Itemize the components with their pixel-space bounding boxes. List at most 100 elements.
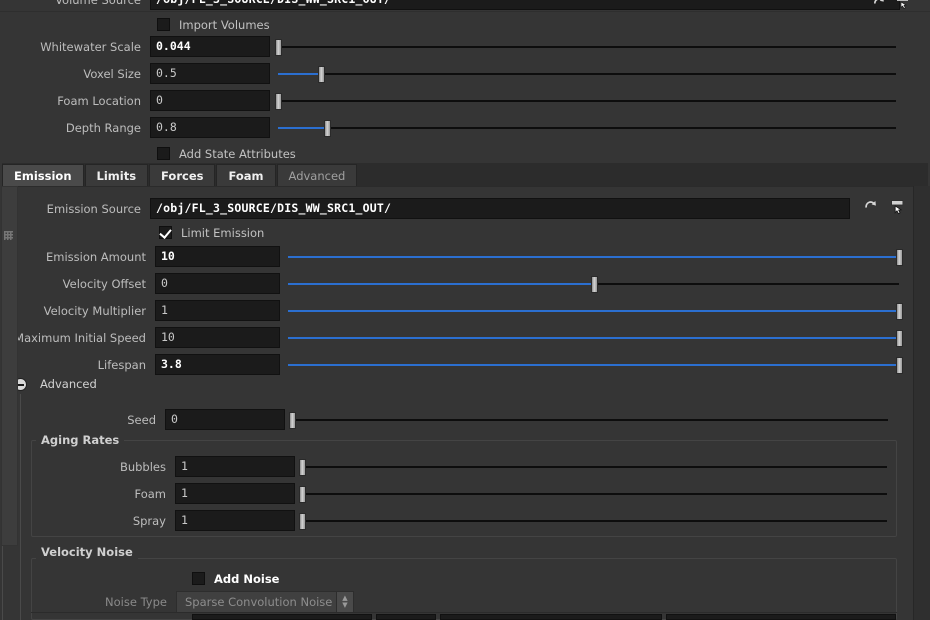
param-row-spray: Spray 1 — [0, 507, 890, 534]
slider-handle[interactable] — [896, 357, 903, 374]
slider-handle[interactable] — [896, 303, 903, 320]
param-row-depth-range: Depth Range 0.8 — [0, 114, 913, 141]
limit-emission-label: Limit Emission — [181, 225, 265, 240]
scrollbar-thumb[interactable] — [1, 186, 18, 546]
param-value-field[interactable]: 10 — [155, 246, 280, 267]
emission-source-field[interactable]: /obj/FL_3_SOURCE/DIS_WW_SRC1_OUT/ — [150, 198, 850, 219]
add-state-attributes-label: Add State Attributes — [179, 146, 296, 161]
slider-handle[interactable] — [590, 276, 598, 293]
add-state-attributes-checkbox[interactable] — [157, 147, 170, 160]
param-label: Emission Amount — [45, 249, 146, 264]
param-label: Spray — [132, 513, 166, 528]
param-value-field[interactable]: 1 — [155, 300, 280, 321]
bottom-cut-field[interactable] — [376, 614, 436, 620]
param-slider[interactable] — [288, 246, 903, 267]
slider-fill — [288, 256, 899, 258]
noise-type-row: Noise Type Sparse Convolution Noise ▲ ▼ — [0, 588, 390, 615]
param-label: Whitewater Scale — [40, 39, 141, 54]
scrollbar-grip-icon[interactable] — [4, 231, 13, 240]
slider-track — [278, 127, 896, 129]
emission-source-reload-icon[interactable] — [860, 195, 882, 217]
slider-handle[interactable] — [299, 459, 306, 476]
param-label: Depth Range — [65, 120, 141, 135]
aging-rates-title: Aging Rates — [36, 433, 125, 447]
volume-source-field[interactable]: /obj/FL_3_SOURCE/DIS_WW_SRC1_OUT/ — [150, 0, 900, 10]
slider-handle[interactable] — [275, 39, 282, 56]
limit-emission-row[interactable]: Limit Emission — [159, 220, 264, 245]
aging-rates-group: Bubbles 1 Foam 1 Spray 1 — [0, 453, 890, 534]
param-value-field[interactable]: 10 — [155, 327, 280, 348]
tab-advanced[interactable]: Advanced — [276, 164, 358, 187]
slider-track — [278, 73, 896, 75]
panel-scrollbar[interactable] — [913, 186, 930, 620]
param-value-field[interactable]: 0.044 — [150, 36, 270, 57]
param-value-field[interactable]: 1 — [175, 483, 295, 504]
bottom-cut-field[interactable] — [440, 614, 662, 620]
param-slider[interactable] — [275, 36, 896, 57]
param-value-field[interactable]: 0 — [150, 90, 270, 111]
noise-type-value: Sparse Convolution Noise — [185, 594, 333, 609]
slider-handle[interactable] — [299, 513, 306, 530]
add-noise-checkbox[interactable] — [192, 572, 205, 585]
param-value-field[interactable]: 0 — [155, 273, 280, 294]
param-value-field[interactable]: 0.5 — [150, 63, 270, 84]
param-row-emission-amount: Emission Amount 10 — [0, 243, 908, 270]
param-row-maximum-initial-speed: Maximum Initial Speed 10 — [0, 324, 908, 351]
noise-type-dropdown[interactable]: Sparse Convolution Noise ▲ ▼ — [176, 590, 354, 613]
tab-forces[interactable]: Forces — [149, 164, 216, 187]
slider-handle[interactable] — [318, 66, 326, 83]
tab-limits[interactable]: Limits — [84, 164, 149, 187]
param-slider[interactable] — [278, 117, 896, 138]
param-value-field[interactable]: 0 — [165, 409, 285, 430]
param-row-lifespan: Lifespan 3.8 — [0, 351, 908, 378]
param-row-seed: Seed 0 — [0, 406, 900, 433]
import-volumes-checkbox[interactable] — [157, 18, 170, 31]
chevron-updown-icon[interactable]: ▲ ▼ — [336, 591, 353, 612]
slider-handle[interactable] — [275, 93, 282, 110]
param-value-field[interactable]: 3.8 — [155, 354, 280, 375]
param-slider[interactable] — [288, 327, 903, 348]
emission-source-label: Emission Source — [46, 201, 141, 216]
param-slider[interactable] — [299, 456, 887, 477]
tab-foam[interactable]: Foam — [216, 164, 276, 187]
slider-handle[interactable] — [896, 330, 903, 347]
slider-handle[interactable] — [299, 486, 306, 503]
param-slider[interactable] — [275, 90, 896, 111]
houdini-parameter-panel: Volume Source /obj/FL_3_SOURCE/DIS_WW_SR… — [0, 0, 930, 620]
tab-emission[interactable]: Emission — [2, 164, 84, 187]
bottom-cut-field[interactable] — [192, 614, 372, 620]
slider-handle[interactable] — [289, 412, 296, 429]
bottom-cut-field[interactable] — [666, 614, 896, 620]
param-slider[interactable] — [299, 483, 887, 504]
param-label: Lifespan — [97, 357, 146, 372]
slider-fill — [288, 283, 594, 285]
param-value-field[interactable]: 0.8 — [150, 117, 270, 138]
param-slider[interactable] — [288, 354, 903, 375]
slider-fill — [278, 127, 328, 129]
limit-emission-checkbox[interactable] — [159, 226, 172, 239]
param-row-velocity-multiplier: Velocity Multiplier 1 — [0, 297, 908, 324]
slider-track — [302, 466, 887, 468]
slider-handle[interactable] — [324, 120, 332, 137]
param-label: Foam Location — [57, 93, 141, 108]
slider-track — [292, 419, 888, 421]
param-value-field[interactable]: 1 — [175, 510, 295, 531]
param-row-foam-location: Foam Location 0 — [0, 87, 913, 114]
slider-fill — [288, 337, 899, 339]
volume-params-group: Whitewater Scale 0.044 Voxel Size 0.5 Fo… — [0, 33, 913, 141]
emission-source-picker-icon[interactable] — [886, 195, 908, 217]
slider-handle[interactable] — [896, 249, 903, 266]
tab-content-top-border — [2, 186, 910, 187]
parameter-tabbar: Emission Limits Forces Foam Advanced — [2, 163, 928, 187]
param-slider[interactable] — [288, 273, 899, 294]
param-slider[interactable] — [288, 300, 903, 321]
param-label: Velocity Offset — [62, 276, 146, 291]
param-slider[interactable] — [299, 510, 887, 531]
slider-fill — [288, 310, 899, 312]
add-noise-label: Add Noise — [214, 571, 280, 586]
param-slider[interactable] — [289, 409, 888, 430]
slider-track — [278, 46, 896, 48]
emission-source-row: Emission Source /obj/FL_3_SOURCE/DIS_WW_… — [0, 195, 860, 222]
param-slider[interactable] — [278, 63, 896, 84]
param-value-field[interactable]: 1 — [175, 456, 295, 477]
